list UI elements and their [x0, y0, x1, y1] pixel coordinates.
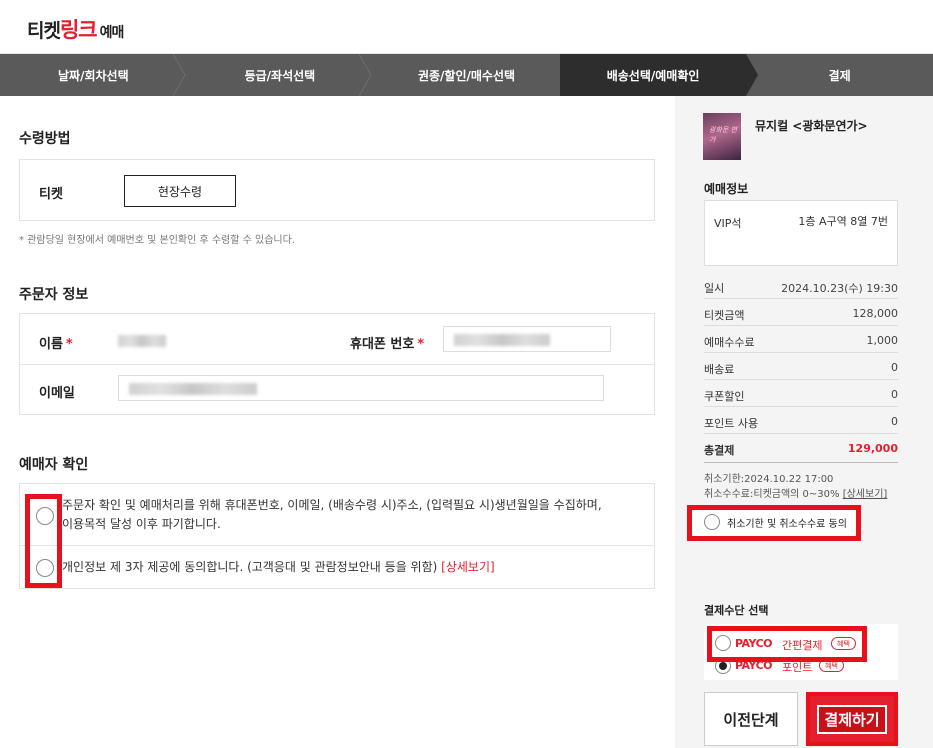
cancel-fee-detail-link[interactable]: [상세보기] [843, 489, 888, 500]
consent-collect-text: 주문자 확인 및 예매처리를 위해 휴대폰번호, 이메일, (배송수령 시)주소… [62, 498, 602, 531]
payment-method-title: 결제수단 선택 [704, 604, 769, 617]
step-delivery: 배송선택/예매확인 [559, 54, 759, 96]
step-label: 권종/할인/매수선택 [417, 68, 516, 83]
phone-field[interactable] [443, 326, 611, 352]
consent-collect-radio[interactable] [36, 507, 54, 525]
seat-grade: VIP석 [714, 217, 742, 230]
pay-button-label: 결제하기 [817, 704, 887, 734]
step-chevron-icon [172, 54, 186, 96]
consent-third-party-radio[interactable] [36, 559, 54, 577]
step-date: 날짜/회차선택 [0, 54, 187, 96]
row-divider [704, 352, 898, 353]
email-value-redacted [129, 383, 257, 395]
cancel-fee-info: 취소수수료:티켓금액의 0~30% [상세보기] [704, 489, 888, 500]
summary-row-shipping: 배송료 0 [704, 361, 898, 376]
booking-steps: 날짜/회차선택 등급/좌석선택 권종/할인/매수선택 배송선택/예매확인 결제 [0, 54, 933, 96]
third-party-detail-link[interactable]: [상세보기] [441, 560, 495, 574]
summary-row-datetime: 일시 2024.10.23(수) 19:30 [704, 282, 898, 295]
summary-row-booking-fee: 예매수수료 1,000 [704, 334, 898, 349]
ticketlink-logo[interactable]: 티켓링크 예매 [27, 14, 125, 44]
phone-value-redacted [454, 334, 550, 346]
summary-row-total: 총결제 129,000 [704, 442, 898, 457]
name-label: 이름 * [39, 337, 73, 352]
booking-form: 수령방법 티켓 현장수령 * 관람당일 현장에서 예매번호 및 본인확인 후 수… [0, 96, 675, 748]
header: 티켓링크 예매 [0, 0, 933, 54]
row-divider [704, 406, 898, 407]
consent-box: 주문자 확인 및 예매처리를 위해 휴대폰번호, 이메일, (배송수령 시)주소… [19, 483, 655, 589]
logo-part3: 예매 [99, 25, 125, 41]
row-divider [20, 545, 654, 546]
booking-summary: 광화문 연가 뮤지컬 <광화문연가> 예매정보 VIP석 1층 A구역 8열 7… [675, 96, 933, 748]
step-label: 배송선택/예매확인 [606, 68, 700, 83]
step-ticket-type: 권종/할인/매수선택 [373, 54, 560, 96]
highlight-payco-option [707, 626, 867, 662]
booking-info-title: 예매정보 [704, 182, 749, 196]
consent-third-party-text: 개인정보 제 3자 제공에 동의합니다. (고객응대 및 관람정보안내 등을 위… [62, 560, 495, 574]
logo-part1: 티켓 [27, 20, 61, 42]
row-divider [704, 379, 898, 380]
show-title: 뮤지컬 <광화문연가> [755, 119, 868, 133]
booker-confirm-title: 예매자 확인 [19, 457, 89, 473]
row-divider [704, 462, 898, 463]
email-label: 이메일 [39, 386, 75, 401]
email-field[interactable] [118, 375, 604, 401]
show-poster: 광화문 연가 [703, 113, 741, 160]
step-chevron-icon [359, 54, 372, 96]
step-label: 날짜/회차선택 [57, 68, 129, 83]
row-divider [704, 433, 898, 434]
poster-text: 광화문 연가 [709, 126, 737, 144]
summary-row-coupon: 쿠폰할인 0 [704, 388, 898, 403]
ticket-label: 티켓 [39, 187, 63, 202]
prev-step-button[interactable]: 이전단계 [704, 692, 798, 746]
name-value-redacted [118, 335, 166, 347]
step-seat: 등급/좌석선택 [187, 54, 374, 96]
summary-row-ticket-price: 티켓금액 128,000 [704, 307, 898, 322]
seat-value: 1층 A구역 8열 7번 [798, 215, 888, 228]
row-divider [704, 298, 898, 299]
row-divider [704, 325, 898, 326]
phone-label: 휴대폰 번호 * [350, 337, 425, 352]
receive-note: * 관람당일 현장에서 예매번호 및 본인확인 후 수령할 수 있습니다. [19, 235, 295, 246]
summary-row-points: 포인트 사용 0 [704, 415, 898, 430]
step-payment: 결제 [746, 54, 933, 96]
receive-method-title: 수령방법 [19, 131, 71, 147]
onsite-pickup-button[interactable]: 현장수령 [124, 175, 236, 207]
row-divider [20, 364, 654, 365]
orderer-info-title: 주문자 정보 [19, 287, 89, 303]
seat-box: VIP석 1층 A구역 8열 7번 [704, 200, 898, 266]
step-label: 결제 [828, 68, 851, 83]
step-arrow-icon [746, 54, 759, 96]
cancel-deadline: 취소기한:2024.10.22 17:00 [704, 474, 834, 485]
orderer-info-box: 이름 * 휴대폰 번호 * 이메일 [19, 313, 655, 415]
highlight-cancel-agree [687, 505, 861, 541]
step-label: 등급/좌석선택 [244, 68, 316, 83]
pay-button[interactable]: 결제하기 [806, 692, 898, 746]
logo-part2: 링크 [59, 18, 98, 42]
receive-method-box: 티켓 현장수령 [19, 159, 655, 221]
